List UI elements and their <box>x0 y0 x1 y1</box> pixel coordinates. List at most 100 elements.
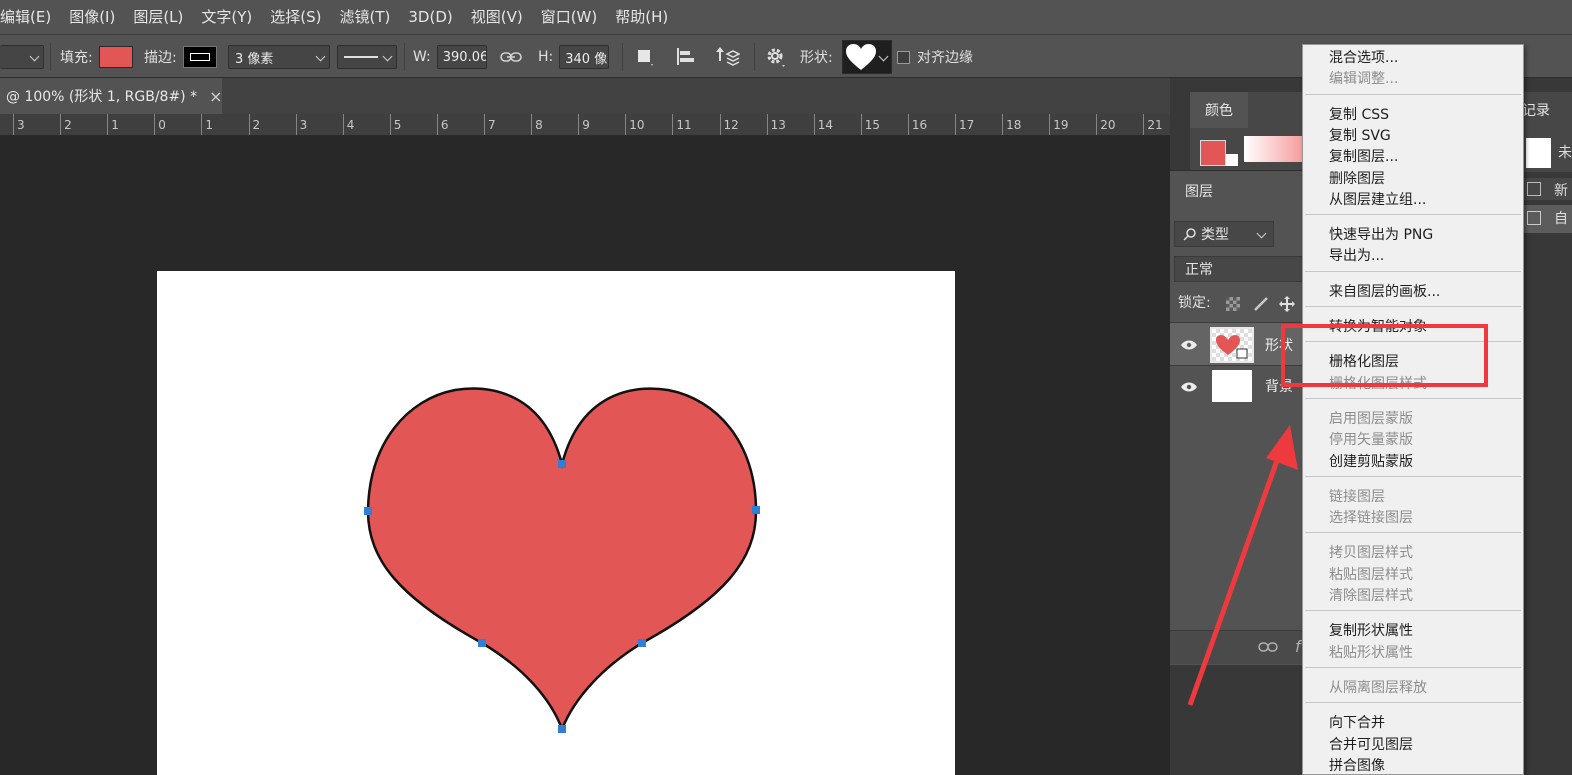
ruler-label: 5 <box>393 118 402 132</box>
ruler-label: 13 <box>770 118 786 132</box>
context-menu-item[interactable]: 合并可见图层 <box>1329 736 1413 754</box>
ruler-label: 19 <box>1053 118 1069 132</box>
close-icon[interactable]: × <box>209 87 222 106</box>
ruler-tick <box>578 114 580 135</box>
fx-icon[interactable]: f <box>1295 637 1301 656</box>
height-label: H: <box>538 49 554 65</box>
menu-layer[interactable]: 图层(L) <box>124 0 192 34</box>
layer-filter-label: 类型 <box>1201 227 1229 243</box>
path-alignment-icon[interactable] <box>675 35 697 79</box>
context-menu-item[interactable]: 创建剪贴蒙版 <box>1329 453 1413 471</box>
layer-filter-dropdown[interactable]: 类型 <box>1174 221 1274 247</box>
ruler-tick <box>766 114 768 135</box>
width-label: W: <box>413 49 431 65</box>
menu-help[interactable]: 帮助(H) <box>606 0 677 34</box>
menu-3d[interactable]: 3D(D) <box>399 0 461 34</box>
context-menu-item[interactable]: 混合选项... <box>1329 49 1398 67</box>
stroke-width-dropdown[interactable]: 3 像素 <box>228 45 330 69</box>
document-tab[interactable]: @ 100% (形状 1, RGB/8#) * × <box>0 78 223 114</box>
menu-view[interactable]: 视图(V) <box>462 0 532 34</box>
heart-shape[interactable] <box>366 387 758 733</box>
tab-color[interactable]: 颜色 <box>1190 92 1248 128</box>
path-operations-icon[interactable] <box>635 35 655 79</box>
context-menu-item[interactable]: 拼合图像 <box>1329 757 1385 775</box>
fill-swatch[interactable] <box>98 46 133 68</box>
ruler-tick <box>1096 114 1098 135</box>
width-input[interactable]: 390.06 <box>436 45 487 69</box>
lock-move-icon[interactable] <box>1278 295 1296 313</box>
ruler-tick <box>107 114 109 135</box>
history-text-self: 自 <box>1554 211 1568 227</box>
gear-icon[interactable] <box>765 35 787 79</box>
ruler-label: 4 <box>346 118 355 132</box>
context-menu-item[interactable]: 复制图层... <box>1329 148 1398 166</box>
eye-icon[interactable] <box>1180 381 1198 393</box>
layer-context-menu: 混合选项... 编辑调整... 复制 CSS 复制 SVG 复制图层... 删除图层 从图层… <box>1302 44 1524 775</box>
divider <box>50 43 51 71</box>
history-text-untitled: 未 <box>1558 145 1572 161</box>
ruler-label: 8 <box>535 118 543 132</box>
context-menu-separator <box>1305 532 1521 534</box>
ruler-tick <box>955 114 956 135</box>
context-menu-separator <box>1305 397 1521 399</box>
history-icon-2 <box>1527 211 1541 225</box>
context-menu-item[interactable]: 复制 CSS <box>1329 106 1389 124</box>
heart-shape-path[interactable] <box>0 137 1170 775</box>
menu-image[interactable]: 图像(I) <box>60 0 124 34</box>
ruler-label: 2 <box>64 118 72 132</box>
ruler-label: 16 <box>911 118 928 132</box>
menu-edit[interactable]: 编辑(E) <box>0 0 60 34</box>
heart-thumbnail-icon <box>1216 335 1248 359</box>
link-layers-icon[interactable] <box>1258 641 1278 653</box>
eye-icon[interactable] <box>1180 339 1198 351</box>
search-icon <box>1183 228 1196 241</box>
shape-picker[interactable] <box>842 40 892 74</box>
color-gradient-ramp[interactable] <box>1244 136 1304 162</box>
align-edges-checkbox[interactable] <box>897 50 910 64</box>
history-text-new: 新 <box>1554 183 1568 199</box>
menu-bar: 编辑(E) 图像(I) 图层(L) 文字(Y) 选择(S) 滤镜(T) 3D(D… <box>0 0 1572 34</box>
menu-select[interactable]: 选择(S) <box>261 0 330 34</box>
mode-dropdown[interactable] <box>0 45 44 69</box>
context-menu-item[interactable]: 来自图层的画板... <box>1329 283 1440 301</box>
ruler-tick <box>1143 114 1145 135</box>
lock-transparency-icon[interactable] <box>1226 297 1240 311</box>
layers-panel: 图层 类型 正常 锁定: 形状 背景 <box>1170 170 1305 665</box>
background-color-swatch[interactable] <box>1226 154 1238 166</box>
context-menu-item[interactable]: 删除图层 <box>1329 170 1385 188</box>
ruler-label: 21 <box>1147 118 1163 132</box>
stroke-swatch[interactable] <box>182 46 217 68</box>
document-tab-title: @ 100% (形状 1, RGB/8#) * <box>6 89 198 105</box>
history-snapshot-thumb[interactable] <box>1526 138 1551 168</box>
menu-type[interactable]: 文字(Y) <box>192 0 261 34</box>
context-menu-item[interactable]: 复制形状属性 <box>1329 622 1413 640</box>
menu-filter[interactable]: 滤镜(T) <box>331 0 400 34</box>
ruler-label: 17 <box>959 118 975 132</box>
context-menu-separator <box>1305 702 1521 704</box>
stroke-type-dropdown[interactable] <box>337 45 397 69</box>
context-menu-item[interactable]: 向下合并 <box>1329 714 1385 732</box>
context-menu-item: 粘贴形状属性 <box>1329 644 1413 661</box>
canvas-area[interactable] <box>0 137 1170 775</box>
ruler-label: 3 <box>17 118 25 132</box>
ruler-tick <box>531 114 533 135</box>
lock-label: 锁定: <box>1178 295 1211 311</box>
ruler-label: 9 <box>582 118 590 132</box>
tab-history[interactable]: 记录 <box>1522 92 1572 128</box>
tab-layers[interactable]: 图层 <box>1170 171 1228 211</box>
menu-window[interactable]: 窗口(W) <box>532 0 607 34</box>
context-menu-item[interactable]: 复制 SVG <box>1329 127 1391 145</box>
height-input[interactable]: 340 像素 <box>559 45 610 69</box>
path-arrangement-icon[interactable] <box>714 35 740 79</box>
context-menu-item[interactable]: 快速导出为 PNG <box>1329 226 1433 244</box>
foreground-color-swatch[interactable] <box>1200 140 1226 166</box>
ruler-tick <box>719 114 721 135</box>
context-menu-item: 链接图层 <box>1329 488 1385 505</box>
blend-mode-dropdown[interactable]: 正常 <box>1174 256 1305 282</box>
lock-paint-icon[interactable] <box>1252 295 1270 313</box>
ruler-tick <box>907 114 909 135</box>
context-menu-item[interactable]: 导出为... <box>1329 247 1384 265</box>
link-icon[interactable] <box>500 35 522 79</box>
context-menu-item[interactable]: 从图层建立组... <box>1329 191 1426 209</box>
mode-dropdown-wrap <box>0 35 44 79</box>
